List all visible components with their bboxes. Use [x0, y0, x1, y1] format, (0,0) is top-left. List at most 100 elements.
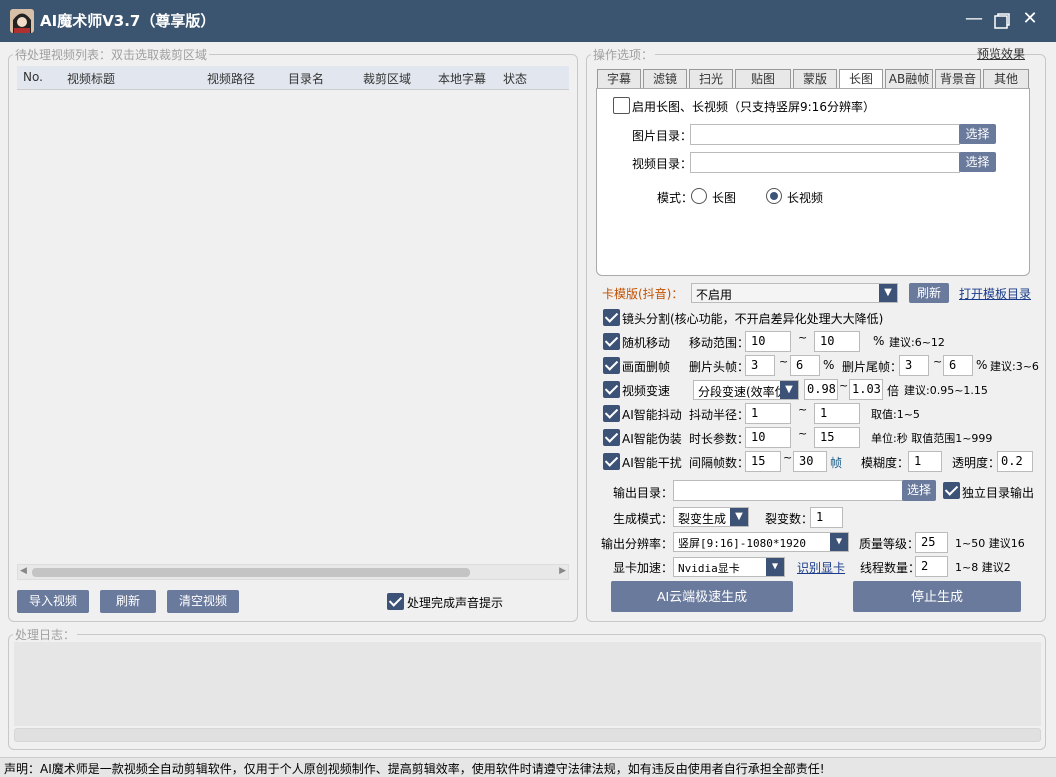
independent-dir-checkbox[interactable]	[943, 482, 960, 499]
resolution-select[interactable]: 竖屏[9:16]-1080*1920 ▼	[673, 532, 849, 552]
blur-input[interactable]: 1	[908, 451, 942, 472]
chevron-down-icon[interactable]: ▼	[766, 558, 784, 576]
shake-checkbox[interactable]	[603, 405, 620, 422]
gpu-value: Nvidia显卡	[678, 562, 740, 575]
chevron-down-icon[interactable]: ▼	[780, 381, 798, 399]
resolution-label: 输出分辨率：	[601, 537, 674, 551]
chevron-down-icon[interactable]: ▼	[830, 533, 848, 551]
fission-count-input[interactable]: 1	[810, 507, 843, 528]
log-textarea[interactable]	[14, 642, 1041, 726]
duration-label: 时长参数：	[689, 432, 750, 446]
tab-other[interactable]: 其他	[983, 69, 1029, 89]
mode-longimg-label: 长图	[712, 191, 737, 205]
mode-longvideo-radio[interactable]	[766, 188, 782, 204]
output-dir-input[interactable]	[673, 480, 903, 501]
tilde-sep: ~	[798, 331, 808, 344]
gpu-select[interactable]: Nvidia显卡 ▼	[673, 557, 785, 577]
tab-longimg[interactable]: 长图	[839, 69, 883, 89]
template-select[interactable]: 不启用 ▼	[691, 283, 898, 303]
disguise-label: AI智能伪装	[622, 432, 682, 446]
scroll-left-icon[interactable]: ◀	[20, 566, 27, 576]
col-status[interactable]: 状态	[503, 70, 527, 87]
img-dir-choose-button[interactable]: 选择	[959, 124, 996, 144]
duration-to-input[interactable]: 15	[814, 427, 860, 448]
tab-mask[interactable]: 蒙版	[793, 69, 837, 89]
preview-effect-link[interactable]: 预览效果	[977, 45, 1025, 62]
gen-mode-label: 生成模式：	[613, 512, 674, 526]
head-frame-from-input[interactable]: 3	[745, 355, 775, 376]
threads-input[interactable]: 2	[915, 556, 948, 577]
shake-hint: 取值:1~5	[871, 408, 920, 421]
move-range-from-input[interactable]: 10	[745, 331, 791, 352]
output-dir-choose-button[interactable]: 选择	[902, 480, 936, 501]
head-frame-to-input[interactable]: 6	[790, 355, 820, 376]
threads-label: 线程数量：	[860, 561, 921, 575]
log-scrollbar[interactable]	[14, 728, 1041, 742]
sound-tip-checkbox[interactable]	[387, 593, 404, 610]
speed-from-input[interactable]: 0.98	[804, 379, 838, 400]
quality-input[interactable]: 25	[915, 532, 948, 553]
clear-video-button[interactable]: 清空视频	[167, 590, 239, 613]
template-refresh-button[interactable]: 刷新	[909, 283, 949, 303]
detect-gpu-link[interactable]: 识别显卡	[797, 559, 845, 576]
video-table-body[interactable]	[17, 90, 569, 564]
disguise-checkbox[interactable]	[603, 429, 620, 446]
shake-from-input[interactable]: 1	[745, 403, 791, 424]
random-move-label: 随机移动	[622, 336, 671, 350]
img-dir-input[interactable]	[690, 124, 960, 145]
video-dir-input[interactable]	[690, 152, 960, 173]
video-dir-choose-button[interactable]: 选择	[959, 152, 996, 172]
chevron-down-icon[interactable]: ▼	[730, 508, 748, 526]
tab-sticker[interactable]: 贴图	[735, 69, 791, 89]
interval-label: 间隔帧数：	[689, 456, 750, 470]
col-dir[interactable]: 目录名	[288, 70, 324, 87]
maximize-icon[interactable]	[988, 8, 1016, 35]
random-move-checkbox[interactable]	[603, 333, 620, 350]
speed-to-input[interactable]: 1.03	[849, 379, 883, 400]
video-dir-label: 视频目录：	[632, 157, 693, 171]
tab-ab-blend[interactable]: AB融帧	[885, 69, 933, 89]
tab-bgm[interactable]: 背景音	[935, 69, 981, 89]
tab-sweep[interactable]: 扫光	[689, 69, 733, 89]
open-template-dir-link[interactable]: 打开模板目录	[959, 285, 1031, 302]
speed-checkbox[interactable]	[603, 381, 620, 398]
minimize-icon[interactable]: —	[960, 8, 988, 29]
gen-mode-select[interactable]: 裂变生成 ▼	[673, 507, 749, 527]
scroll-right-icon[interactable]: ▶	[559, 566, 566, 576]
tail-frame-from-input[interactable]: 3	[899, 355, 929, 376]
tab-subtitle[interactable]: 字幕	[597, 69, 641, 89]
stop-generate-button[interactable]: 停止生成	[853, 581, 1021, 612]
col-crop[interactable]: 裁剪区域	[363, 70, 411, 87]
mode-longimg-radio[interactable]	[691, 188, 707, 204]
col-no[interactable]: No.	[23, 70, 43, 84]
duration-from-input[interactable]: 10	[745, 427, 791, 448]
template-label: 卡模版(抖音)：	[602, 287, 684, 301]
alpha-input[interactable]: 0.2	[997, 451, 1033, 472]
enable-longimg-checkbox[interactable]	[613, 97, 630, 114]
chevron-down-icon[interactable]: ▼	[879, 284, 897, 302]
col-title[interactable]: 视频标题	[67, 70, 115, 87]
lens-split-checkbox[interactable]	[603, 309, 620, 326]
shake-to-input[interactable]: 1	[814, 403, 860, 424]
table-horizontal-scrollbar[interactable]: ◀ ▶	[17, 564, 569, 580]
scroll-thumb[interactable]	[32, 568, 470, 577]
app-logo-icon	[10, 9, 34, 33]
tail-frame-to-input[interactable]: 6	[943, 355, 973, 376]
interfere-checkbox[interactable]	[603, 453, 620, 470]
fission-count-label: 裂变数：	[765, 512, 814, 526]
frame-cut-checkbox[interactable]	[603, 357, 620, 374]
move-range-to-input[interactable]: 10	[814, 331, 860, 352]
col-subtitle[interactable]: 本地字幕	[438, 70, 486, 87]
interval-to-input[interactable]: 30	[793, 451, 827, 472]
speed-mode-select[interactable]: 分段变速(效率优 ▼	[693, 380, 799, 400]
refresh-list-button[interactable]: 刷新	[100, 590, 156, 613]
interval-from-input[interactable]: 15	[745, 451, 781, 472]
tail-frame-label: 删片尾帧：	[842, 360, 903, 374]
tab-filter[interactable]: 滤镜	[643, 69, 687, 89]
close-icon[interactable]: ✕	[1016, 8, 1044, 29]
import-video-button[interactable]: 导入视频	[17, 590, 89, 613]
speed-mode-value: 分段变速(效率优	[698, 385, 787, 399]
col-path[interactable]: 视频路径	[207, 70, 255, 87]
quality-hint: 1~50 建议16	[955, 537, 1025, 550]
cloud-generate-button[interactable]: AI云端极速生成	[611, 581, 793, 612]
